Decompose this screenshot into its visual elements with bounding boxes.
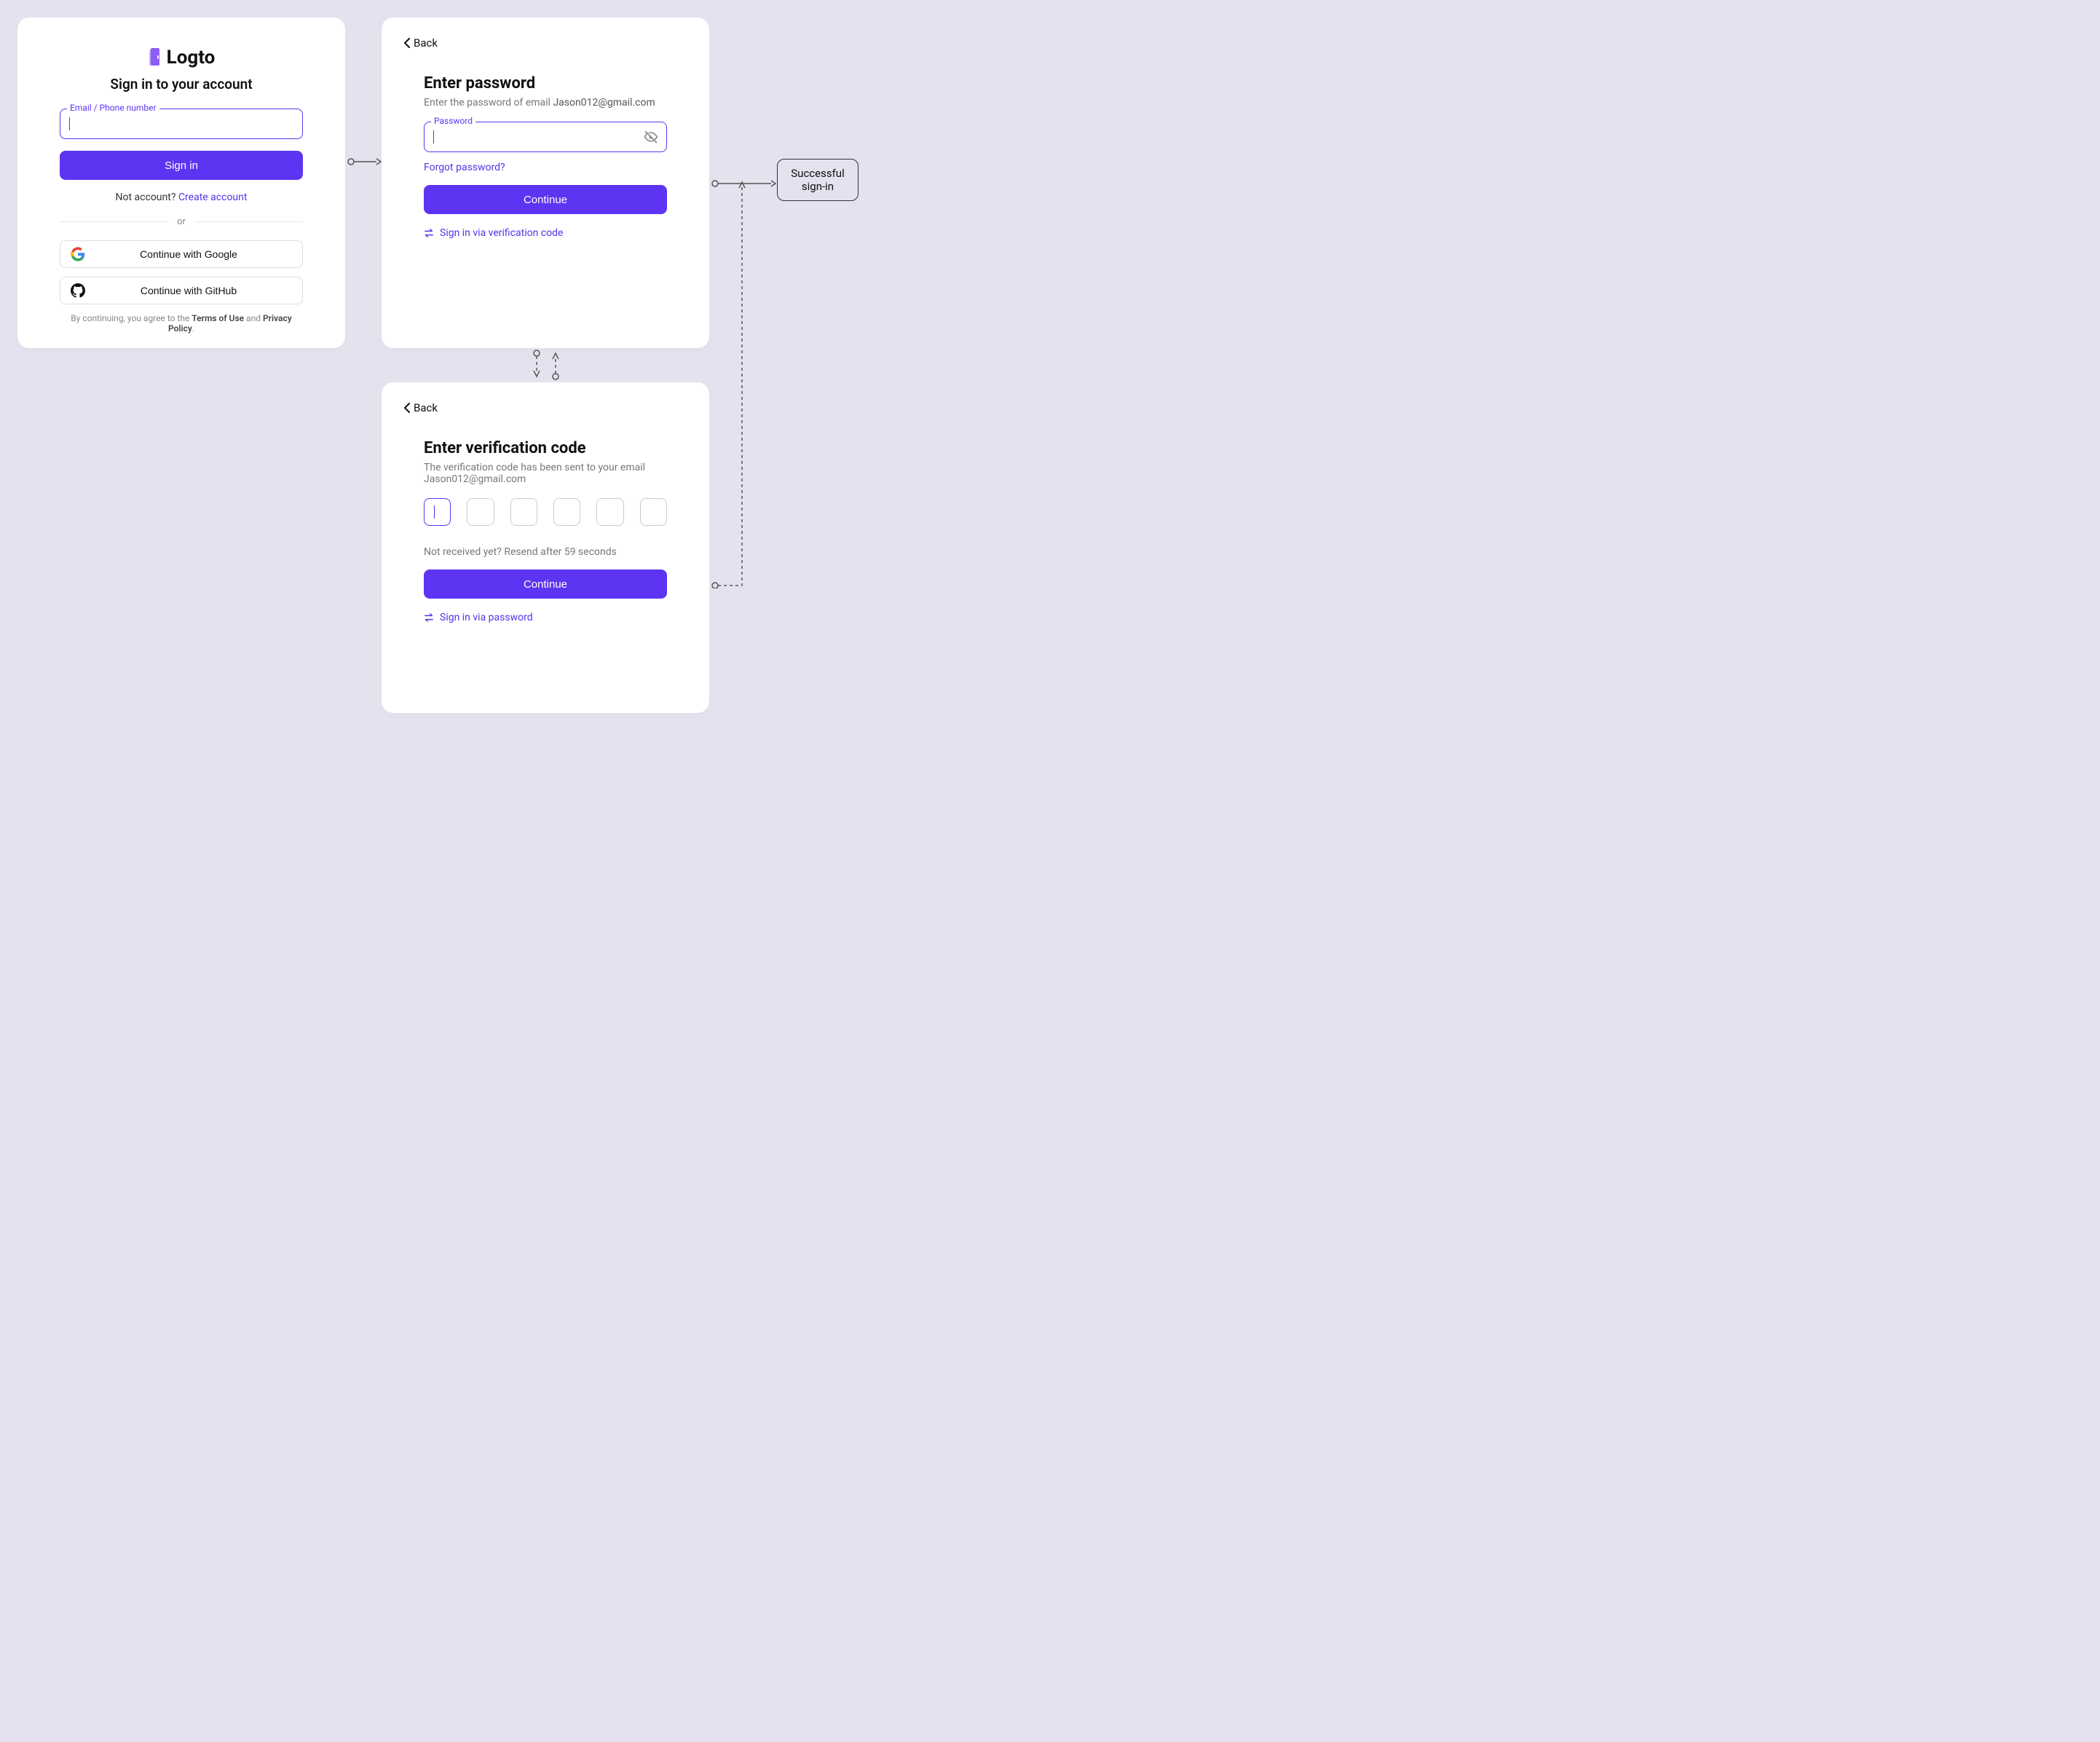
github-button[interactable]: Continue with GitHub [60,277,303,304]
arrow-verify-to-success [711,181,748,588]
google-button-label: Continue with Google [85,248,292,260]
code-digit-3[interactable] [510,498,537,526]
logto-logo-icon [148,48,162,67]
text-cursor-icon [434,505,435,519]
code-digit-2[interactable] [467,498,494,526]
terms-of-use-link[interactable]: Terms of Use [192,313,244,323]
verify-sub-pre: The verification code has been sent to y… [424,462,645,473]
arrow-password-verify-bidirectional [529,349,563,381]
resend-text: Not received yet? Resend after 59 second… [424,546,667,558]
terms-pre: By continuing, you agree to the [71,313,192,323]
password-card: Back Enter password Enter the password o… [382,17,709,348]
no-account-text: Not account? [116,192,178,203]
signin-card: Logto Sign in to your account Email / Ph… [17,17,345,348]
social-divider: or [60,216,303,227]
chevron-left-icon [403,38,411,48]
code-digit-1[interactable] [424,498,451,526]
signin-via-password-link[interactable]: Sign in via password [424,612,667,623]
success-node: Successful sign-in [777,159,858,201]
text-cursor-icon [69,117,70,130]
code-digit-5[interactable] [596,498,623,526]
google-button[interactable]: Continue with Google [60,240,303,268]
eye-off-icon[interactable] [644,130,658,144]
back-link[interactable]: Back [403,401,687,414]
swap-icon [424,612,434,623]
alt-link-label: Sign in via password [440,612,533,623]
verify-title: Enter verification code [424,439,667,457]
password-input[interactable] [424,122,667,152]
signin-via-code-link[interactable]: Sign in via verification code [424,227,667,239]
back-label: Back [414,36,438,50]
google-icon [71,247,85,261]
logo-text: Logto [167,47,216,68]
identifier-input-wrap: Email / Phone number [60,109,303,139]
continue-button[interactable]: Continue [424,185,667,214]
github-icon [71,283,85,298]
verify-email: Jason012@gmail.com [424,473,526,485]
password-input-wrap: Password [424,122,667,152]
terms-mid: and [244,313,263,323]
password-sub-pre: Enter the password of email [424,97,553,109]
identifier-label: Email / Phone number [67,103,159,113]
github-button-label: Continue with GitHub [85,285,292,296]
identifier-input[interactable] [60,109,303,139]
create-account-link[interactable]: Create account [178,192,248,203]
swap-icon [424,228,434,238]
signin-button[interactable]: Sign in [60,151,303,180]
terms-line: By continuing, you agree to the Terms of… [60,313,303,334]
password-email: Jason012@gmail.com [553,97,655,109]
password-subtitle: Enter the password of email Jason012@gma… [424,97,667,109]
code-input-group [424,498,667,526]
divider-label: or [168,216,194,227]
password-title: Enter password [424,74,667,92]
verify-card: Back Enter verification code The verific… [382,382,709,713]
chevron-left-icon [403,403,411,413]
continue-button[interactable]: Continue [424,570,667,599]
alt-link-label: Sign in via verification code [440,227,563,239]
forgot-password-link[interactable]: Forgot password? [424,162,505,173]
code-digit-4[interactable] [553,498,580,526]
back-label: Back [414,401,438,414]
verify-subtitle: The verification code has been sent to y… [424,462,667,485]
logo-row: Logto [60,47,303,68]
code-digit-6[interactable] [640,498,667,526]
back-link[interactable]: Back [403,36,687,50]
signin-subtitle: Sign in to your account [60,76,303,92]
arrow-signin-to-password [347,156,382,168]
text-cursor-icon [433,130,434,143]
no-account-line: Not account? Create account [60,192,303,203]
password-label: Password [431,116,475,126]
